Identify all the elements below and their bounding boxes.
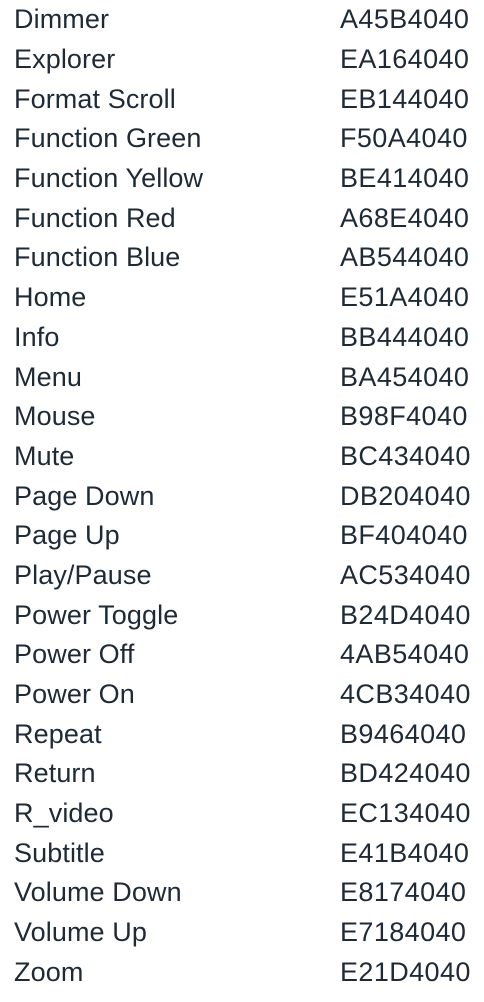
table-row: Page Down DB204040 <box>0 476 484 516</box>
ir-code: A45B4040 <box>340 4 470 35</box>
table-row: Menu BA454040 <box>0 357 484 397</box>
table-row: Home E51A4040 <box>0 278 484 318</box>
table-row: Function Green F50A4040 <box>0 119 484 159</box>
table-row: Format Scroll EB144040 <box>0 79 484 119</box>
button-name: Mouse <box>14 401 96 432</box>
button-name: Info <box>14 321 60 352</box>
ir-code: BA454040 <box>340 361 470 392</box>
button-name: Function Green <box>14 123 202 154</box>
ir-code: E7184040 <box>340 917 467 948</box>
button-name: Dimmer <box>14 4 110 35</box>
button-name: Page Down <box>14 480 155 511</box>
ir-code: 4CB34040 <box>340 679 471 710</box>
ir-code: B9464040 <box>340 718 467 749</box>
ir-code: BC434040 <box>340 440 471 471</box>
table-row: R_video EC134040 <box>0 794 484 834</box>
table-row: Zoom E21D4040 <box>0 953 484 993</box>
button-name: Function Yellow <box>14 163 204 194</box>
button-name: Mute <box>14 440 75 471</box>
table-row: Function Red A68E4040 <box>0 198 484 238</box>
table-row: Return BD424040 <box>0 754 484 794</box>
ir-code: E51A4040 <box>340 282 470 313</box>
ir-code: AB544040 <box>340 242 470 273</box>
ir-code-table: Dimmer A45B4040 Explorer EA164040 Format… <box>0 0 484 1002</box>
table-row: Subtitle E41B4040 <box>0 833 484 873</box>
table-row: Power On 4CB34040 <box>0 675 484 715</box>
table-row: Power Toggle B24D4040 <box>0 595 484 635</box>
ir-code: BE414040 <box>340 163 470 194</box>
ir-code: 4AB54040 <box>340 639 470 670</box>
ir-code: BB444040 <box>340 321 470 352</box>
ir-code: BF404040 <box>340 520 468 551</box>
ir-code: E41B4040 <box>340 837 470 868</box>
button-name: Power Toggle <box>14 599 179 630</box>
button-name: Page Up <box>14 520 120 551</box>
button-name: Repeat <box>14 718 102 749</box>
button-name: Power Off <box>14 639 135 670</box>
ir-code: AC534040 <box>340 559 471 590</box>
ir-code: B24D4040 <box>340 599 471 630</box>
button-name: Function Blue <box>14 242 181 273</box>
table-row: Page Up BF404040 <box>0 516 484 556</box>
ir-code: EB144040 <box>340 83 470 114</box>
table-row: Function Blue AB544040 <box>0 238 484 278</box>
button-name: Zoom <box>14 956 84 987</box>
table-row: Dimmer A45B4040 <box>0 0 484 40</box>
table-row: Power Off 4AB54040 <box>0 635 484 675</box>
table-row: Mouse B98F4040 <box>0 397 484 437</box>
ir-code: B98F4040 <box>340 401 468 432</box>
ir-code: A68E4040 <box>340 202 470 233</box>
button-name: Subtitle <box>14 837 105 868</box>
button-name: Menu <box>14 361 82 392</box>
table-row: Explorer EA164040 <box>0 40 484 80</box>
button-name: Home <box>14 282 87 313</box>
ir-code: EA164040 <box>340 44 470 75</box>
table-row: Repeat B9464040 <box>0 714 484 754</box>
table-row: Play/Pause AC534040 <box>0 556 484 596</box>
button-name: R_video <box>14 798 114 829</box>
button-name: Volume Up <box>14 917 147 948</box>
button-name: Function Red <box>14 202 176 233</box>
ir-code: BD424040 <box>340 758 471 789</box>
ir-code: E21D4040 <box>340 956 471 987</box>
button-name: Explorer <box>14 44 116 75</box>
table-row: Volume Down E8174040 <box>0 873 484 913</box>
button-name: Format Scroll <box>14 83 176 114</box>
table-row: Function Yellow BE414040 <box>0 159 484 199</box>
ir-code: E8174040 <box>340 877 467 908</box>
button-name: Power On <box>14 679 135 710</box>
ir-code: F50A4040 <box>340 123 468 154</box>
table-row: Info BB444040 <box>0 318 484 358</box>
table-row: Mute BC434040 <box>0 437 484 477</box>
ir-code: EC134040 <box>340 798 471 829</box>
button-name: Return <box>14 758 96 789</box>
ir-code: DB204040 <box>340 480 471 511</box>
button-name: Play/Pause <box>14 559 152 590</box>
button-name: Volume Down <box>14 877 182 908</box>
table-row: Volume Up E7184040 <box>0 913 484 953</box>
